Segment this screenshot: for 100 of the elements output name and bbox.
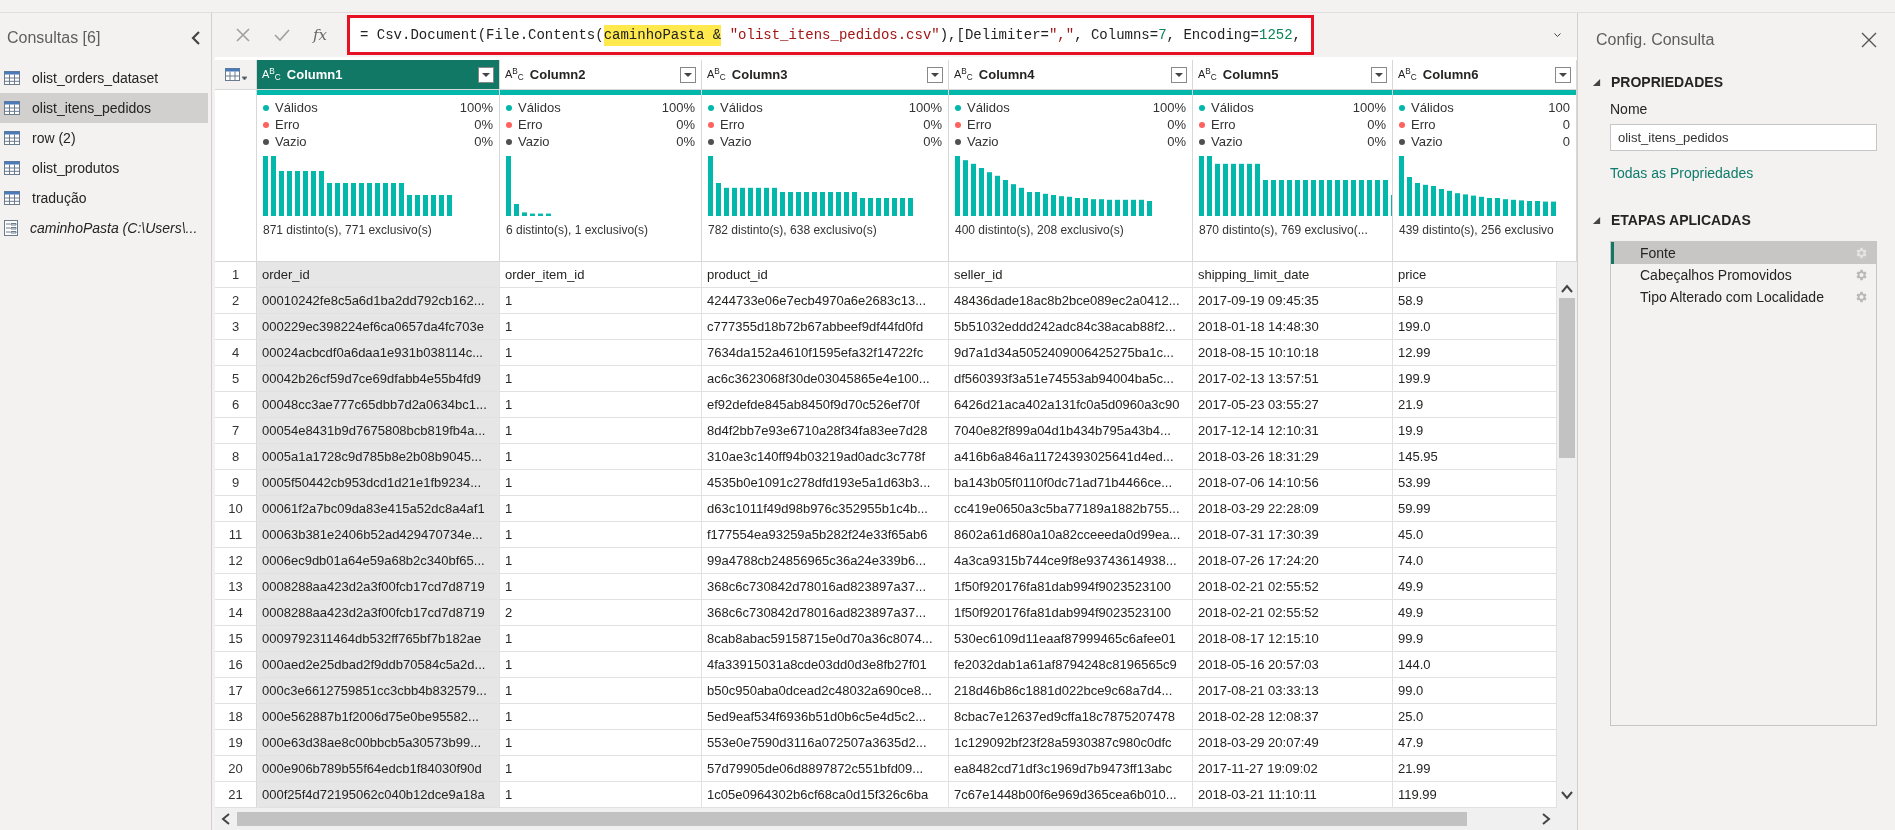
stat-label: Válidos	[518, 98, 562, 117]
dropdown-icon[interactable]	[1171, 66, 1187, 83]
histogram-bar	[415, 195, 420, 216]
applied-step[interactable]: Fonte	[1611, 242, 1876, 264]
check-icon[interactable]	[273, 27, 291, 43]
stat-label: Vazio	[1411, 132, 1444, 151]
histogram-bar	[908, 198, 913, 216]
histogram-bar	[1083, 198, 1088, 216]
applied-step[interactable]: Tipo Alterado com Localidade	[1611, 286, 1876, 308]
dropdown-icon[interactable]	[680, 66, 696, 83]
histogram-bar	[311, 171, 316, 216]
histogram-bar	[1067, 196, 1072, 216]
histogram-bar	[1247, 163, 1252, 216]
histogram-bar	[1375, 180, 1380, 216]
histogram-bar	[1367, 180, 1372, 216]
histogram-bar	[1431, 186, 1436, 216]
histogram-bar	[900, 198, 905, 216]
all-properties-link[interactable]: Todas as Propriedades	[1610, 163, 1754, 184]
histogram-bar	[1415, 183, 1420, 216]
stat-value: 100%	[1352, 98, 1386, 117]
stat-label: Válidos	[720, 98, 764, 117]
histogram-bar	[391, 183, 396, 216]
formula-field[interactable]: = Csv.Document(File.Contents(caminhoPasta & "olist_itens_pedidos.csv"),[Delimiter=",", Columns=7, Encoding=1252,	[347, 15, 1314, 55]
query-item[interactable]: caminhoPasta (C:\Users\...	[0, 213, 208, 243]
histogram-bar	[538, 213, 543, 216]
stat-value: 100	[1548, 98, 1570, 117]
histogram-bar	[1027, 192, 1032, 216]
histogram-bar	[1147, 201, 1152, 216]
histogram-bar	[1551, 201, 1556, 216]
histogram-bar	[1035, 192, 1040, 216]
histogram-bar	[860, 198, 865, 216]
histogram-bar	[335, 183, 340, 216]
table-cell: 000e906b789b55f64edcb1f84030f90d	[257, 756, 500, 781]
stat-value: 0%	[923, 132, 942, 151]
histogram-bar	[1107, 199, 1112, 216]
query-item[interactable]: row (2)	[0, 123, 208, 153]
histogram-bar	[979, 168, 984, 216]
stat-label: Válidos	[275, 98, 319, 117]
histogram-bar	[1503, 199, 1508, 216]
query-item[interactable]: olist_produtos	[0, 153, 208, 183]
name-field[interactable]: olist_itens_pedidos	[1610, 124, 1877, 151]
distinct-summary: 870 distinto(s), 769 exclusivo(...	[1198, 222, 1369, 239]
stat-label: Erro	[1411, 115, 1437, 134]
histogram-bar	[1327, 180, 1332, 216]
collapse-caret-icon	[1592, 78, 1601, 87]
histogram-bar	[1075, 198, 1080, 216]
histogram-bar	[1207, 156, 1212, 216]
histogram-bar	[1303, 180, 1308, 216]
query-item[interactable]: olist_itens_pedidos	[0, 93, 208, 123]
histogram-bar	[447, 195, 452, 216]
expand-chevron-icon[interactable]	[1554, 30, 1561, 40]
scroll-up-icon[interactable]	[1561, 284, 1573, 294]
vertical-scrollbar[interactable]	[1557, 262, 1577, 830]
stat-label: Erro	[1211, 115, 1237, 134]
dropdown-icon[interactable]	[1371, 66, 1387, 83]
scroll-down-icon[interactable]	[1561, 790, 1573, 800]
stat-value: 100%	[661, 98, 695, 117]
histogram-bar	[1511, 199, 1516, 216]
histogram-bar	[876, 198, 881, 216]
histogram-bar	[788, 192, 793, 216]
table-icon	[4, 71, 20, 85]
histogram-bar	[963, 160, 968, 216]
histogram-bar	[1091, 199, 1096, 216]
fx-icon[interactable]: fx	[313, 23, 327, 47]
histogram-bar	[1295, 180, 1300, 216]
scroll-right-icon[interactable]	[1541, 813, 1551, 825]
scroll-thumb[interactable]	[1559, 298, 1575, 458]
table-cell: 000aed2e25dbad2f9ddb70584c5a2d...	[257, 652, 500, 677]
histogram-bar	[1223, 163, 1228, 216]
table-cell: 000e562887b1f2006d75e0be95582...	[257, 704, 500, 729]
stat-label: Vazio	[275, 132, 308, 151]
stat-value: 0%	[923, 115, 942, 134]
table-cell: 0005f50442cb953dcd1d21e1fb9234...	[257, 470, 500, 495]
histogram-bar	[971, 163, 976, 216]
query-item[interactable]: tradução	[0, 183, 208, 213]
table-cell: 00042b26cf59d7ce69dfabb4e55b4fd9	[257, 366, 500, 391]
horizontal-scrollbar[interactable]	[215, 808, 1557, 830]
stat-label: Erro	[720, 115, 746, 134]
histogram-bar	[844, 192, 849, 216]
dropdown-icon[interactable]	[1555, 66, 1571, 83]
collapse-chevron-icon[interactable]	[191, 31, 201, 45]
histogram-bar	[351, 183, 356, 216]
query-item[interactable]: olist_orders_dataset	[0, 63, 208, 93]
table-cell: 000e63d38ae8c00bbcb5a30573b99...	[257, 730, 500, 755]
histogram-bar	[1123, 199, 1128, 216]
scroll-thumb[interactable]	[237, 812, 1467, 826]
histogram-bar	[1019, 187, 1024, 216]
scroll-left-icon[interactable]	[221, 813, 231, 825]
histogram-bar	[1527, 201, 1532, 216]
dropdown-icon[interactable]	[478, 66, 494, 83]
applied-step[interactable]: Cabeçalhos Promovidos	[1611, 264, 1876, 286]
stat-label: Vazio	[720, 132, 753, 151]
histogram-bar	[884, 198, 889, 216]
histogram-bar	[399, 183, 404, 216]
histogram-bar	[820, 192, 825, 216]
dropdown-icon[interactable]	[927, 66, 943, 83]
column-header[interactable]: A$^{B}$$_{C}$ Column1	[257, 60, 500, 89]
table-menu-icon[interactable]	[224, 67, 247, 82]
histogram-bar	[439, 195, 444, 216]
close-icon[interactable]	[1861, 32, 1877, 48]
